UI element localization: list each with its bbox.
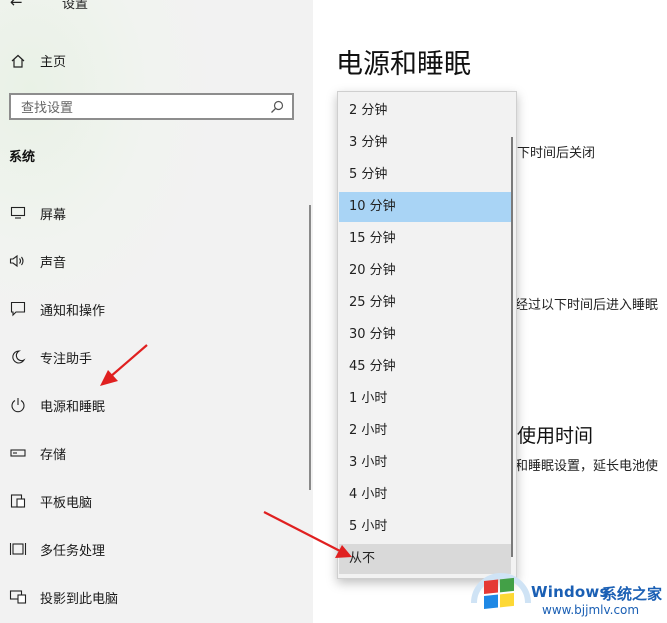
sidebar-item-label: 投影到此电脑 [40, 591, 119, 607]
battery-section-heading: 使用时间 [517, 425, 594, 447]
sidebar-scrollbar[interactable] [309, 205, 311, 490]
sidebar-item-display[interactable]: 屏幕 [9, 203, 66, 223]
timeout-dropdown-list[interactable]: 2 分钟 3 分钟 5 分钟 10 分钟 15 分钟 20 分钟 25 分钟 3… [337, 91, 517, 579]
sidebar-item-label: 平板电脑 [40, 495, 93, 511]
section-title: 系统 [9, 150, 36, 165]
screen-off-description: 下时间后关闭 [517, 146, 596, 161]
app-title: 设置 [62, 0, 89, 12]
home-label: 主页 [40, 55, 67, 70]
search-placeholder: 查找设置 [21, 101, 74, 116]
sidebar-item-storage[interactable]: 存储 [9, 443, 66, 463]
sidebar-item-multitasking[interactable]: 多任务处理 [9, 539, 105, 559]
battery-section-description: 和睡眠设置，延长电池使 [515, 459, 659, 474]
project-icon [9, 588, 27, 606]
sleep-description: 经过以下时间后进入睡眠 [515, 298, 659, 313]
sidebar-item-notifications[interactable]: 通知和操作 [9, 299, 105, 319]
sidebar-item-focus-assist[interactable]: 专注助手 [9, 347, 92, 367]
sidebar: ← 设置 主页 查找设置 系统 屏幕 声音 通知和操作 专注助手 电源和睡眠 存… [0, 0, 313, 623]
home-icon [11, 54, 25, 68]
sidebar-item-label: 多任务处理 [40, 543, 106, 559]
sidebar-item-power-sleep[interactable]: 电源和睡眠 [9, 395, 105, 415]
dropdown-option[interactable]: 4 小时 [339, 480, 511, 510]
sidebar-item-label: 专注助手 [40, 351, 93, 367]
dropdown-option-selected[interactable]: 10 分钟 [339, 192, 511, 222]
moon-icon [9, 348, 27, 366]
dropdown-option[interactable]: 45 分钟 [339, 352, 511, 382]
page-title: 电源和睡眠 [336, 49, 471, 80]
sidebar-item-label: 存储 [40, 447, 67, 463]
search-input[interactable]: 查找设置 [9, 93, 294, 120]
dropdown-option[interactable]: 2 分钟 [339, 96, 511, 126]
sidebar-item-label: 屏幕 [40, 207, 67, 223]
tablet-icon [9, 492, 27, 510]
dropdown-option[interactable]: 25 分钟 [339, 288, 511, 318]
sidebar-item-label: 声音 [40, 255, 67, 271]
sidebar-item-tablet[interactable]: 平板电脑 [9, 491, 92, 511]
sidebar-item-label: 通知和操作 [40, 303, 106, 319]
dropdown-option[interactable]: 5 小时 [339, 512, 511, 542]
dropdown-option[interactable]: 3 分钟 [339, 128, 511, 158]
dropdown-option[interactable]: 1 小时 [339, 384, 511, 414]
dropdown-option[interactable]: 2 小时 [339, 416, 511, 446]
sidebar-item-home[interactable]: 主页 [10, 51, 66, 70]
watermark: Windows 系统之家 www.bjjmlv.com [470, 563, 667, 623]
speaker-icon [9, 252, 27, 270]
storage-icon [9, 444, 27, 462]
windows-logo-icon [471, 573, 531, 609]
dropdown-option[interactable]: 20 分钟 [339, 256, 511, 286]
sidebar-item-sound[interactable]: 声音 [9, 251, 66, 271]
sidebar-item-project[interactable]: 投影到此电脑 [9, 587, 118, 607]
dropdown-option[interactable]: 15 分钟 [339, 224, 511, 254]
dropdown-option[interactable]: 3 小时 [339, 448, 511, 478]
title-bar: ← 设置 [10, 0, 88, 13]
sidebar-item-label: 电源和睡眠 [40, 399, 106, 415]
watermark-site-name: 系统之家 [602, 585, 663, 603]
power-icon [9, 396, 27, 414]
search-icon[interactable] [270, 100, 284, 114]
watermark-brand: Windows [531, 583, 609, 601]
multitask-icon [9, 540, 27, 558]
arrow-left-icon[interactable]: ← [10, 0, 28, 11]
monitor-icon [9, 204, 27, 222]
watermark-url: www.bjjmlv.com [542, 603, 640, 617]
notification-icon [9, 300, 27, 318]
dropdown-scrollbar[interactable] [511, 137, 513, 557]
dropdown-option[interactable]: 5 分钟 [339, 160, 511, 190]
dropdown-option[interactable]: 30 分钟 [339, 320, 511, 350]
